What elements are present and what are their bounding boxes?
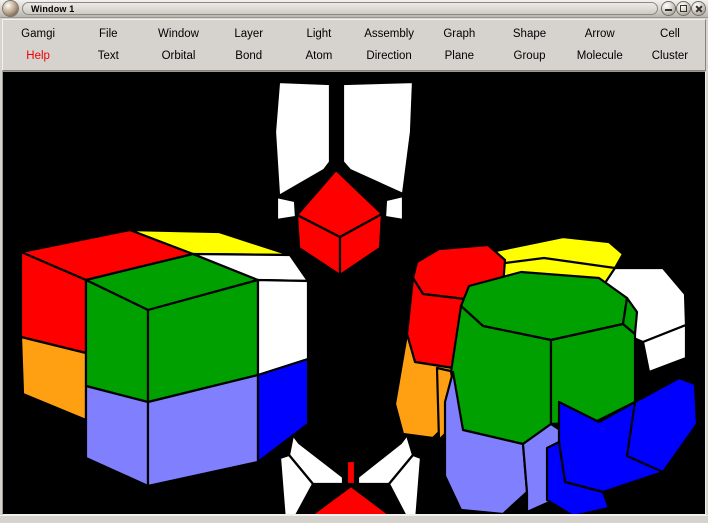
wedge-white-tab-left: [275, 195, 298, 222]
menu-item-window[interactable]: Window: [158, 23, 199, 45]
page-title: Window 1: [31, 3, 75, 14]
menu-column-arrow: Arrow Molecule: [565, 20, 635, 70]
menu-column-assembly: Assembly Direction: [354, 20, 424, 70]
menu-item-orbital[interactable]: Orbital: [162, 45, 196, 67]
menu-item-layer[interactable]: Layer: [234, 23, 263, 45]
menu-item-molecule[interactable]: Molecule: [577, 45, 623, 67]
menu-item-light[interactable]: Light: [306, 23, 331, 45]
render-canvas[interactable]: [2, 71, 706, 515]
menu-item-graph[interactable]: Graph: [443, 23, 475, 45]
menu-column-layer: Layer Bond: [214, 20, 284, 70]
menu-item-gamgi[interactable]: Gamgi: [21, 23, 55, 45]
application-window: Window 1 Gamgi Help File Text Window Orb…: [0, 0, 708, 523]
menu-item-atom[interactable]: Atom: [305, 45, 332, 67]
menu-bar: Gamgi Help File Text Window Orbital Laye…: [2, 19, 706, 71]
menu-item-cluster[interactable]: Cluster: [652, 45, 688, 67]
wedge-red-neck: [345, 459, 357, 486]
menu-column-cell: Cell Cluster: [635, 20, 705, 70]
menu-item-assembly[interactable]: Assembly: [364, 23, 414, 45]
menu-column-shape: Shape Group: [494, 20, 564, 70]
menu-item-help[interactable]: Help: [26, 45, 50, 67]
scene-graphics[interactable]: [3, 72, 705, 514]
menu-column-graph: Graph Plane: [424, 20, 494, 70]
menu-item-arrow[interactable]: Arrow: [585, 23, 615, 45]
window-title-pill: Window 1: [22, 2, 658, 15]
menu-item-direction[interactable]: Direction: [366, 45, 411, 67]
menu-item-plane[interactable]: Plane: [445, 45, 474, 67]
menu-item-bond[interactable]: Bond: [235, 45, 262, 67]
menu-column-window: Window Orbital: [143, 20, 213, 70]
window-bottom-strip: [0, 515, 708, 523]
menu-column-gamgi: Gamgi Help: [3, 20, 73, 70]
window-controls: [662, 2, 705, 15]
close-icon[interactable]: [692, 2, 705, 15]
maximize-icon[interactable]: [677, 2, 690, 15]
sphere-app-icon: [3, 1, 18, 16]
menu-column-light: Light Atom: [284, 20, 354, 70]
menu-item-cell[interactable]: Cell: [660, 23, 680, 45]
minimize-icon[interactable]: [662, 2, 675, 15]
wedge-white-tab-right: [383, 194, 405, 222]
title-bar[interactable]: Window 1: [0, 0, 708, 18]
menu-column-file: File Text: [73, 20, 143, 70]
menu-item-file[interactable]: File: [99, 23, 118, 45]
menu-item-shape[interactable]: Shape: [513, 23, 546, 45]
menu-item-text[interactable]: Text: [98, 45, 119, 67]
menu-item-group[interactable]: Group: [514, 45, 546, 67]
